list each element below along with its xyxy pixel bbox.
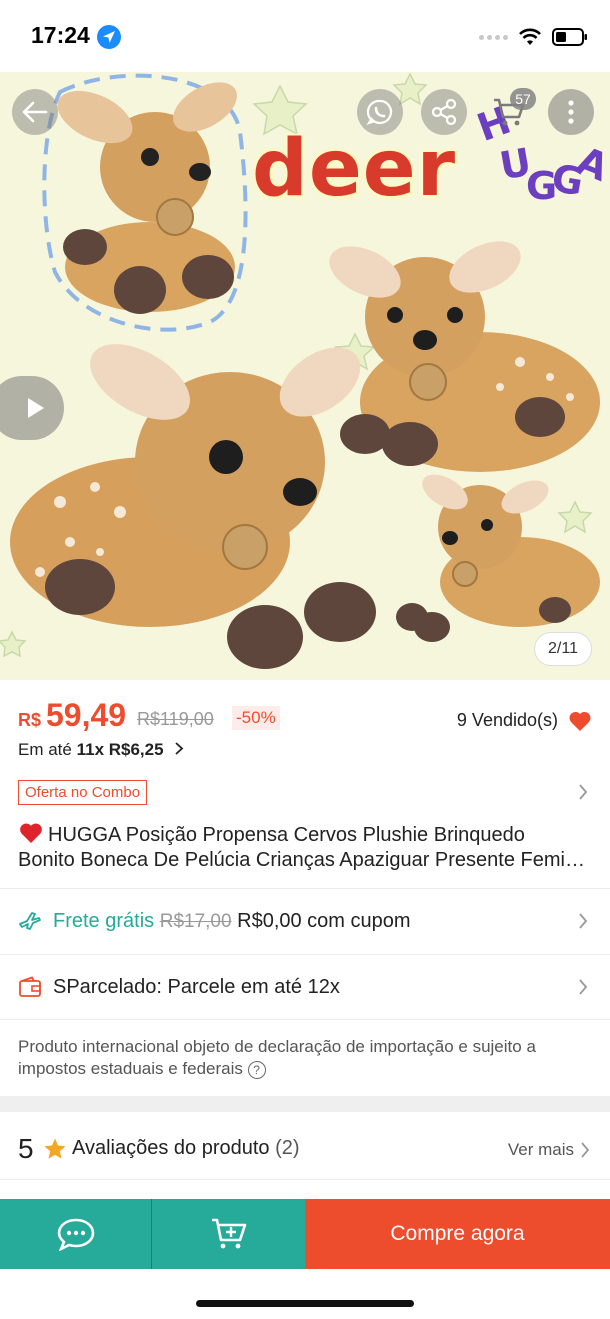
price-section: R$ 59,49 R$119,00 -50% 9 Vendido(s) [18,697,592,737]
more-icon [568,100,574,124]
see-more-reviews-link[interactable]: Ver mais [508,1140,574,1160]
current-price: 59,49 [46,697,127,733]
installment-plan-label: SParcelado: Parcele em até 12x [53,975,340,998]
shipping-text: Frete grátis R$17,00 R$0,00 com cupom [53,910,411,933]
reviews-count: (2) [275,1137,300,1159]
installment-info[interactable]: Em até 11x R$6,25 [18,740,184,760]
more-options-button[interactable] [548,89,594,135]
star-icon [44,1138,66,1159]
add-to-cart-icon [211,1218,246,1249]
combo-offer-tag[interactable]: Oferta no Combo [18,780,148,805]
installment-prefix: Em até [18,740,72,759]
reviews-title: Avaliações do produto (2) [72,1137,300,1160]
status-time: 17:24 [31,22,90,48]
deer-plush-large [10,344,376,669]
back-arrow-icon [22,101,48,123]
plane-shipping-icon [19,912,41,930]
shipping-old-price: R$17,00 [159,910,232,932]
favorite-heart-icon[interactable] [568,710,592,732]
section-separator [0,1096,610,1112]
product-image-carousel[interactable]: deer H U G G A 57 2/11 [0,72,610,680]
home-indicator[interactable] [196,1300,414,1307]
help-icon[interactable]: ? [247,1060,266,1079]
chevron-right-icon [175,742,184,755]
installment-plan-row[interactable]: SParcelado: Parcele em até 12x [0,955,610,1019]
battery-icon [552,28,587,46]
shipping-row[interactable]: Frete grátis R$17,00 R$0,00 com cupom [0,889,610,953]
import-notice-text: Produto internacional objeto de declaraç… [18,1037,536,1078]
divider [0,1019,610,1020]
image-page-indicator: 2/11 [534,632,592,666]
chevron-right-icon [581,1142,590,1158]
free-shipping-label: Frete grátis [53,909,155,932]
discount-badge: -50% [232,706,280,730]
heart-emoji-icon [20,823,42,843]
deer-plush-small [42,73,248,332]
status-bar: 17:24 [0,0,610,72]
chevron-right-icon [579,913,588,929]
play-icon [28,398,44,418]
wifi-icon [519,28,541,45]
whatsapp-icon [366,99,393,126]
sold-count: 9 Vendido(s) [456,710,558,730]
cart-count-badge: 57 [510,88,536,110]
whatsapp-share-button[interactable] [357,89,403,135]
product-title-line1: HUGGA Posição Propensa Cervos Plushie Br… [48,824,525,846]
import-notice: Produto internacional objeto de declaraç… [18,1036,598,1080]
image-overlay-title: deer [252,124,457,214]
buy-now-button[interactable]: Compre agora [305,1199,610,1269]
shipping-new-price: R$0,00 com cupom [237,909,411,932]
status-indicators [479,24,588,50]
share-button[interactable] [421,89,467,135]
share-icon [431,98,457,126]
bottom-action-bar: Compre agora [0,1199,610,1269]
play-video-button[interactable] [0,376,64,440]
chat-icon [57,1218,94,1251]
cellular-signal-icon [479,34,508,40]
back-button[interactable] [12,89,58,135]
reviews-label: Avaliações do produto [72,1137,270,1159]
product-title: HUGGA Posição Propensa Cervos Plushie Br… [18,822,592,873]
divider [0,1179,610,1180]
deer-plush-mini [396,474,600,642]
location-arrow-icon [97,25,121,49]
add-to-cart-button[interactable] [152,1199,305,1269]
product-title-line2: Bonito Boneca De Pelúcia Crianças Apazig… [18,849,592,871]
installment-value: 11x R$6,25 [76,740,164,759]
chevron-right-icon[interactable] [578,784,588,800]
chat-button[interactable] [0,1199,152,1269]
original-price: R$119,00 [137,709,214,729]
chevron-right-icon [579,979,588,995]
rating-value: 5 [18,1133,34,1164]
wallet-icon [19,976,41,997]
price-currency: R$ [18,710,42,730]
